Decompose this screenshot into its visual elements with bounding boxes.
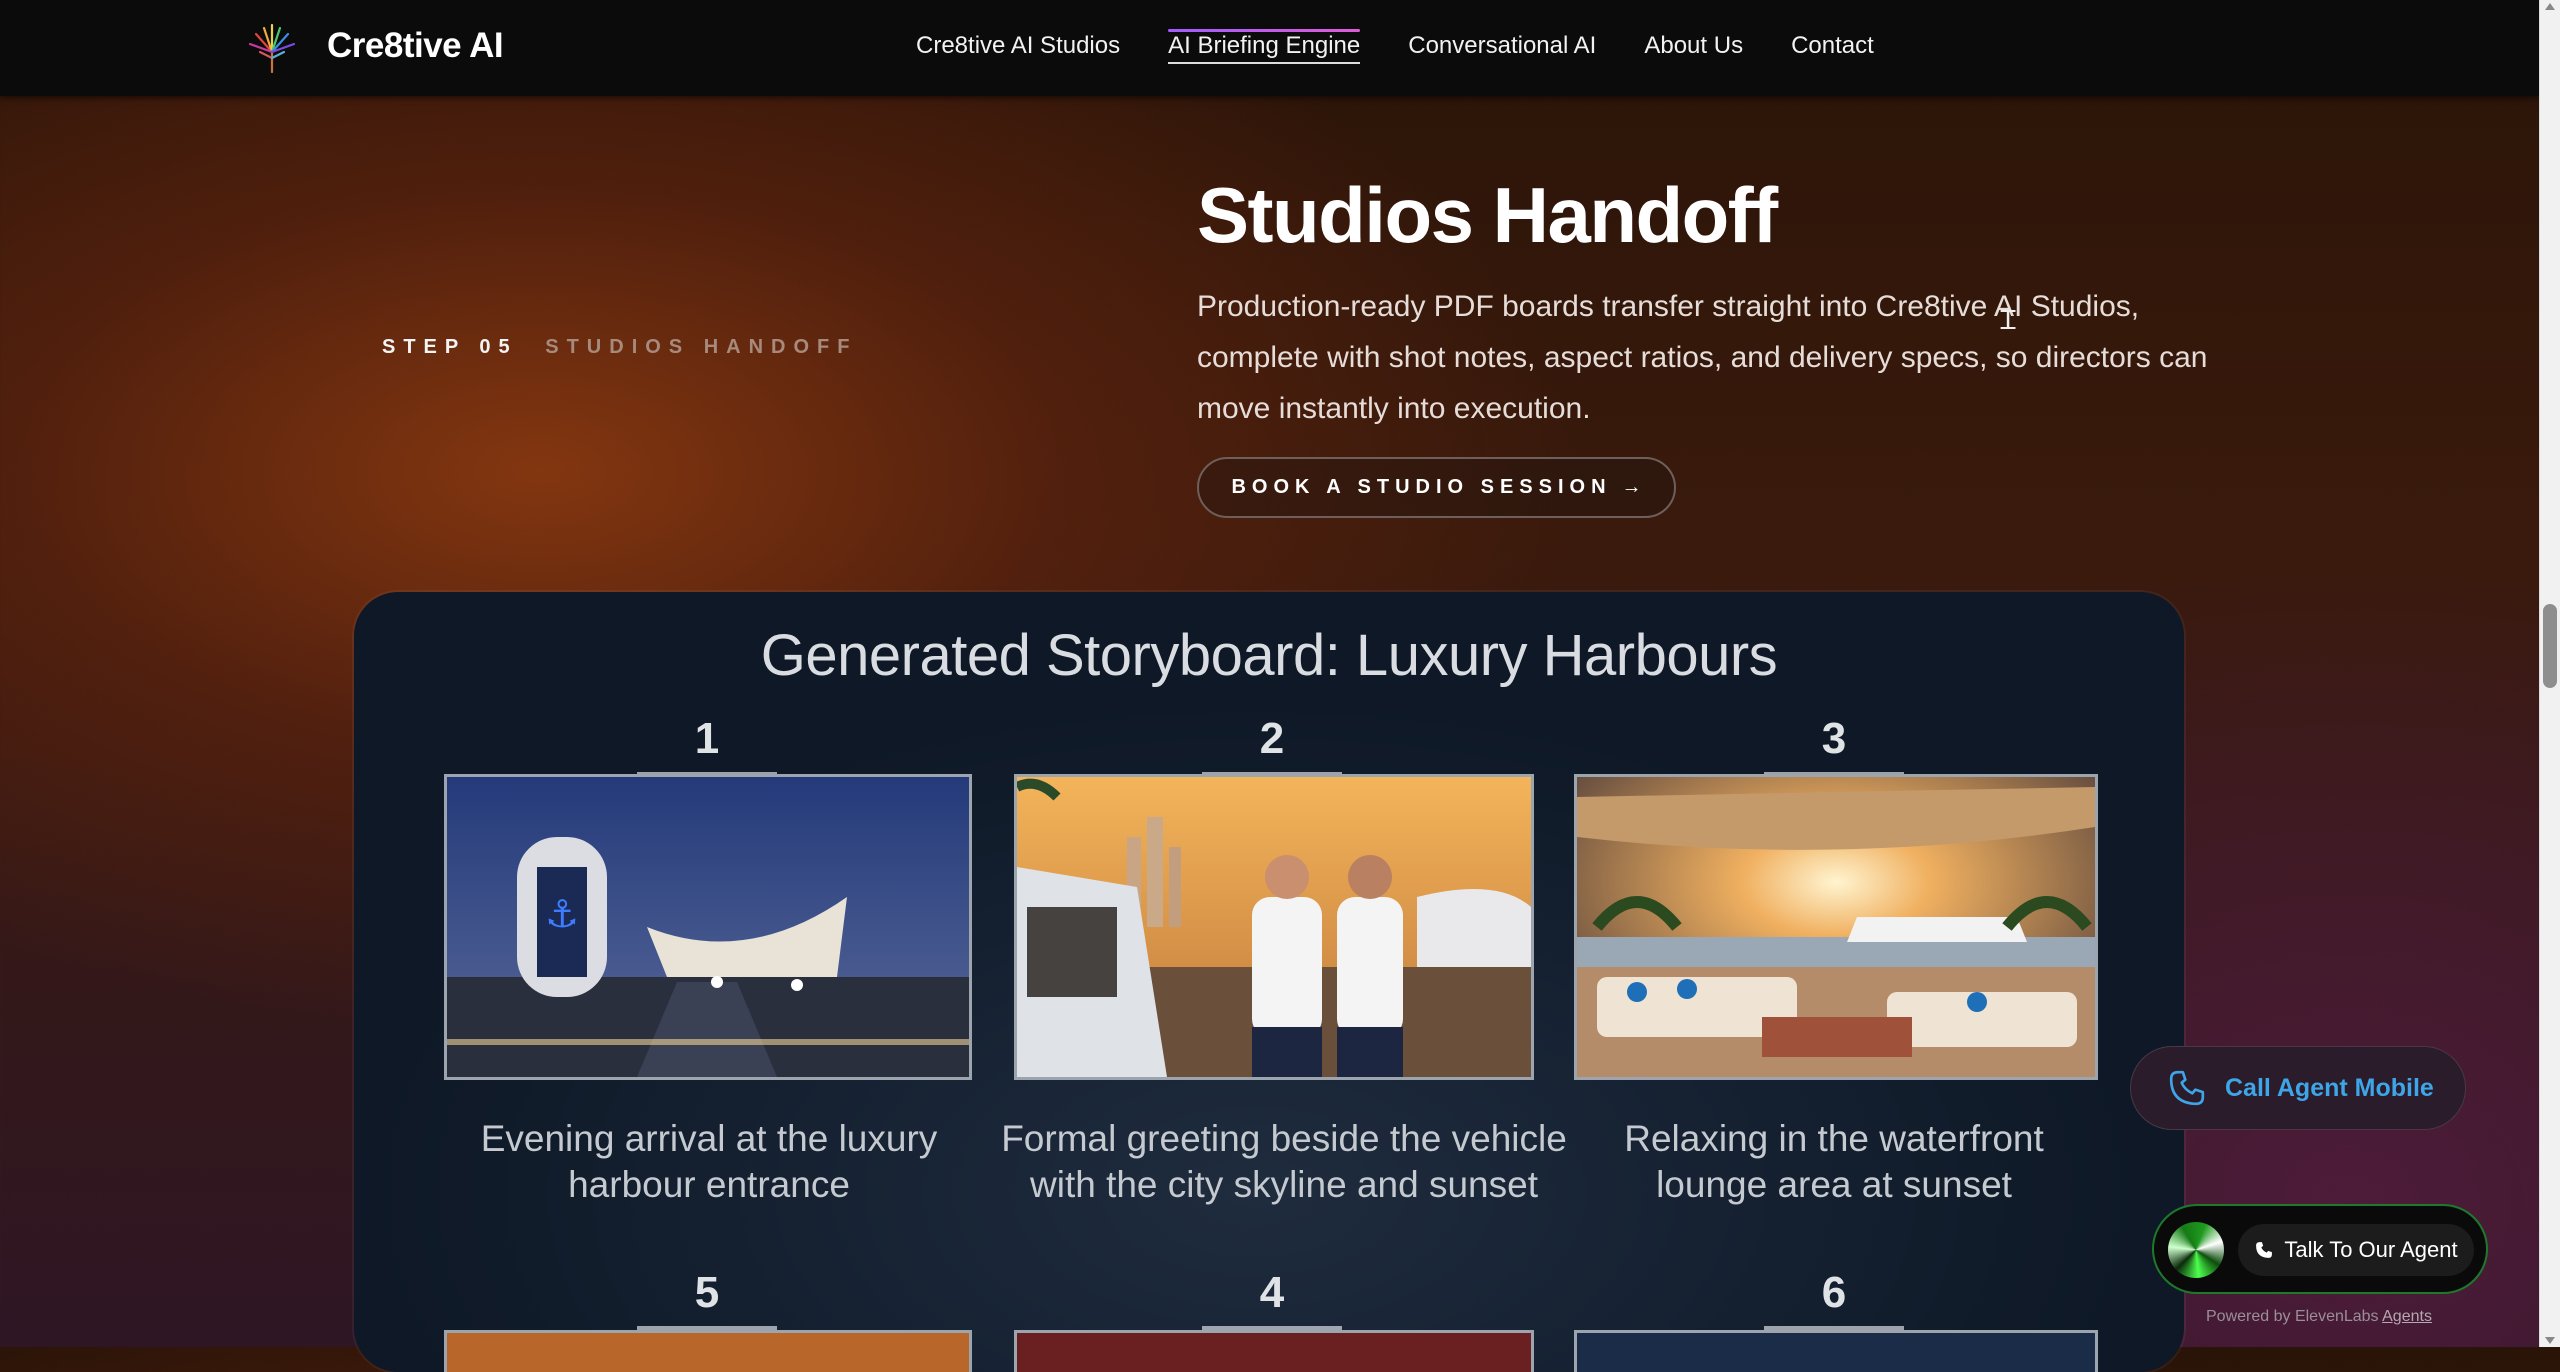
- panel-number: 3: [1821, 714, 1847, 763]
- nav-link-contact[interactable]: Contact: [1791, 32, 1874, 60]
- nav-links: Cre8tive AI Studios AI Briefing Engine C…: [916, 29, 1922, 64]
- call-agent-mobile-label: Call Agent Mobile: [2225, 1073, 2434, 1102]
- elevenlabs-agent-widget: Talk To Our Agent: [2152, 1204, 2488, 1294]
- harbour-entrance-illustration: ⚓: [447, 777, 969, 1077]
- scrollbar-thumb[interactable]: [2543, 604, 2557, 688]
- page-scrollbar[interactable]: [2539, 0, 2560, 1347]
- nav-link-conversational-ai[interactable]: Conversational AI: [1408, 32, 1596, 60]
- cta-label: BOOK A STUDIO SESSION: [1231, 476, 1612, 498]
- storyboard-caption-2: Formal greeting beside the vehicle with …: [1001, 1118, 1567, 1205]
- phone-icon: [2169, 1070, 2205, 1106]
- agents-link[interactable]: Agents: [2382, 1308, 2432, 1325]
- tree-logo-icon[interactable]: [244, 22, 300, 74]
- top-nav: Cre8tive AI Cre8tive AI Studios AI Brief…: [0, 0, 2540, 96]
- storyboard-frame-4: [1014, 1330, 1534, 1372]
- page-title: Studios Handoff: [1197, 171, 1778, 259]
- panel-number: 2: [1259, 714, 1285, 763]
- nav-link-briefing-engine[interactable]: AI Briefing Engine: [1168, 29, 1361, 64]
- talk-to-agent-label: Talk To Our Agent: [2284, 1237, 2458, 1262]
- hero-description: Production-ready PDF boards transfer str…: [1197, 290, 2208, 425]
- nav-link-studios[interactable]: Cre8tive AI Studios: [916, 32, 1120, 60]
- call-agent-mobile-button[interactable]: Call Agent Mobile: [2130, 1046, 2466, 1130]
- talk-to-agent-button[interactable]: Talk To Our Agent: [2238, 1224, 2474, 1276]
- agent-orb-icon[interactable]: [2168, 1222, 2224, 1278]
- arrow-right-icon: →: [1621, 476, 1642, 498]
- storyboard-frame-6: [1574, 1330, 2098, 1372]
- book-studio-session-button[interactable]: BOOK A STUDIO SESSION →: [1197, 457, 1676, 518]
- panel-number: 6: [1821, 1268, 1847, 1317]
- phone-icon: [2256, 1242, 2273, 1258]
- step-number: STEP 05: [382, 336, 518, 358]
- storyboard-frame-3: [1574, 774, 2098, 1080]
- panel-number: 1: [694, 714, 720, 763]
- lounge-illustration: [1577, 777, 2095, 1077]
- scroll-down-arrow-icon[interactable]: [2545, 1337, 2555, 1344]
- brand-name[interactable]: Cre8tive AI: [327, 26, 504, 66]
- storyboard-frame-5: [444, 1330, 972, 1372]
- powered-by-text: Powered by ElevenLabs Agents: [2206, 1308, 2432, 1326]
- step-label: STEP 05 STUDIOS HANDOFF: [382, 336, 857, 359]
- storyboard-caption-3: Relaxing in the waterfront lounge area a…: [1624, 1118, 2044, 1205]
- storyboard-title: Generated Storyboard: Luxury Harbours: [760, 623, 1778, 688]
- nav-link-about-us[interactable]: About Us: [1644, 32, 1743, 60]
- storyboard-image: Generated Storyboard: Luxury Harbours 1 …: [354, 592, 2184, 1372]
- storyboard-frame-2: [1014, 774, 1534, 1080]
- powered-by-prefix: Powered by ElevenLabs: [2206, 1308, 2379, 1325]
- storyboard-caption-1: Evening arrival at the luxury harbour en…: [480, 1118, 938, 1205]
- step-name: STUDIOS HANDOFF: [545, 336, 858, 358]
- panel-number: 5: [694, 1268, 720, 1317]
- svg-text:⚓: ⚓: [545, 892, 579, 936]
- panel-number: 4: [1259, 1268, 1285, 1317]
- text-cursor-icon: Ꮖ: [2000, 306, 2018, 336]
- storyboard-frame-1: ⚓: [444, 774, 972, 1080]
- greeting-illustration: [1017, 777, 1531, 1077]
- scroll-up-arrow-icon[interactable]: [2545, 3, 2555, 10]
